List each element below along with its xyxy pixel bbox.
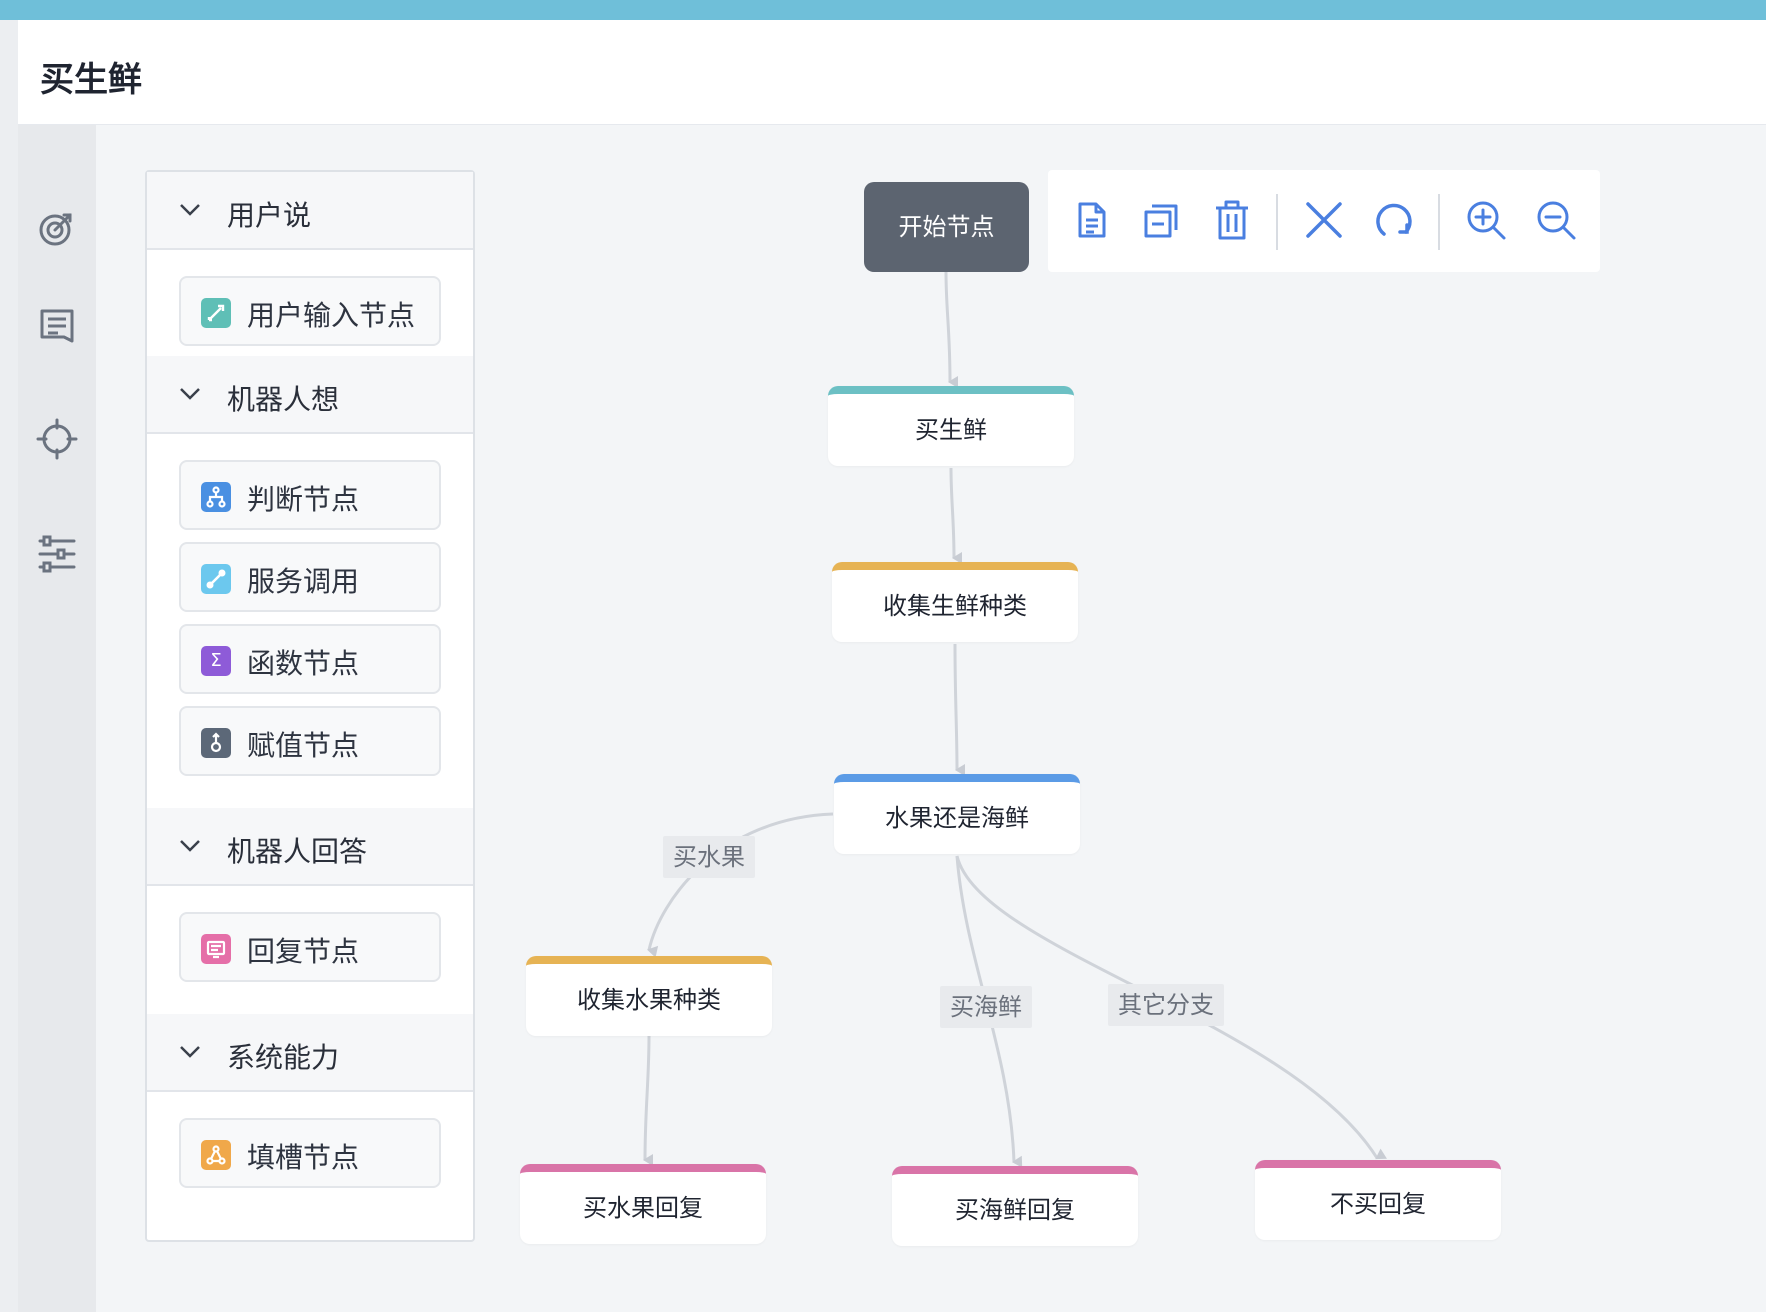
edge-fruit-to-reply — [643, 1035, 654, 1167]
edge-buy-to-collect — [949, 467, 963, 564]
node-label: 不买回复 — [1330, 1190, 1426, 1218]
edge-label-buy-seafood[interactable]: 买海鲜 — [940, 986, 1032, 1028]
flow-node-no-buy-reply[interactable]: 不买回复 — [1255, 1160, 1501, 1240]
edge-decision-to-fruit — [647, 812, 834, 958]
copy-icon[interactable] — [1068, 196, 1116, 244]
canvas-toolbar — [1048, 170, 1600, 272]
zoom-out-icon[interactable] — [1532, 196, 1580, 244]
close-icon[interactable] — [1300, 196, 1348, 244]
node-label: 买水果回复 — [583, 1194, 703, 1222]
node-label: 买海鲜回复 — [955, 1196, 1075, 1224]
node-label: 开始节点 — [898, 213, 995, 241]
edge-label-other-branch[interactable]: 其它分支 — [1108, 984, 1224, 1026]
flow-node-fruit-or-seafood[interactable]: 水果还是海鲜 — [834, 774, 1080, 854]
node-label: 收集生鲜种类 — [883, 592, 1027, 620]
trash-icon[interactable] — [1208, 196, 1256, 244]
edge-start-to-buy — [944, 271, 959, 388]
zoom-in-icon[interactable] — [1462, 196, 1510, 244]
flow-node-buy-fruit-reply[interactable]: 买水果回复 — [520, 1164, 766, 1244]
duplicate-icon[interactable] — [1138, 196, 1186, 244]
flow-start-node[interactable]: 开始节点 — [864, 182, 1029, 272]
toolbar-divider — [1438, 194, 1440, 250]
node-label: 买生鲜 — [915, 416, 987, 444]
node-label: 收集水果种类 — [577, 986, 721, 1014]
node-label: 水果还是海鲜 — [885, 804, 1029, 832]
refresh-icon[interactable] — [1370, 196, 1418, 244]
toolbar-divider — [1276, 194, 1278, 250]
flow-node-buy-seafood-reply[interactable]: 买海鲜回复 — [892, 1166, 1138, 1246]
flow-node-collect-fruit-type[interactable]: 收集水果种类 — [526, 956, 772, 1036]
edge-label-buy-fruit[interactable]: 买水果 — [663, 836, 755, 878]
flow-node-buy-fresh[interactable]: 买生鲜 — [828, 386, 1074, 466]
edge-collect-to-decision — [953, 643, 966, 776]
flow-node-collect-fresh-type[interactable]: 收集生鲜种类 — [832, 562, 1078, 642]
